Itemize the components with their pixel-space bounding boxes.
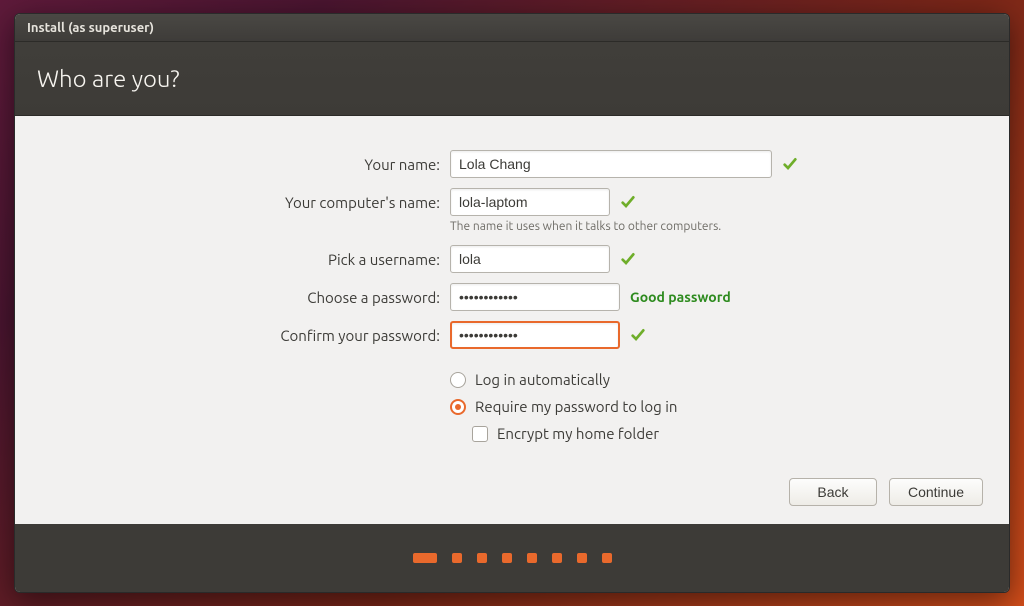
form-content: Your name: Your computer's name: The nam…	[15, 116, 1009, 524]
computer-name-hint: The name it uses when it talks to other …	[450, 220, 979, 233]
window-title: Install (as superuser)	[27, 21, 154, 35]
page-header: Who are you?	[15, 42, 1009, 116]
label-confirm: Confirm your password:	[45, 327, 440, 344]
option-label: Require my password to log in	[475, 398, 677, 415]
continue-button[interactable]: Continue	[889, 478, 983, 506]
name-input[interactable]	[450, 150, 772, 178]
label-name: Your name:	[45, 156, 440, 173]
label-username: Pick a username:	[45, 251, 440, 268]
option-auto-login[interactable]: Log in automatically	[450, 371, 979, 388]
progress-dot	[477, 553, 487, 563]
page-title: Who are you?	[37, 65, 180, 92]
progress-footer	[15, 524, 1009, 592]
option-encrypt-home[interactable]: Encrypt my home folder	[472, 425, 979, 442]
label-password: Choose a password:	[45, 289, 440, 306]
progress-dot	[502, 553, 512, 563]
radio-icon	[450, 399, 466, 415]
progress-dot	[577, 553, 587, 563]
checkbox-icon	[472, 426, 488, 442]
password-input[interactable]	[450, 283, 620, 311]
installer-window: Install (as superuser) Who are you? Your…	[14, 13, 1010, 593]
progress-dot	[413, 553, 437, 563]
password-strength: Good password	[630, 289, 731, 305]
window-titlebar[interactable]: Install (as superuser)	[15, 14, 1009, 42]
progress-dot	[527, 553, 537, 563]
radio-icon	[450, 372, 466, 388]
username-input[interactable]	[450, 245, 610, 273]
option-label: Log in automatically	[475, 371, 610, 388]
option-require-password[interactable]: Require my password to log in	[450, 398, 979, 415]
computer-name-input[interactable]	[450, 188, 610, 216]
check-icon	[782, 156, 798, 172]
check-icon	[620, 194, 636, 210]
progress-dot	[602, 553, 612, 563]
confirm-password-input[interactable]	[450, 321, 620, 349]
option-label: Encrypt my home folder	[497, 425, 659, 442]
progress-dot	[552, 553, 562, 563]
check-icon	[630, 327, 646, 343]
nav-buttons: Back Continue	[789, 478, 983, 506]
back-button[interactable]: Back	[789, 478, 877, 506]
progress-dot	[452, 553, 462, 563]
label-computer: Your computer's name:	[45, 194, 440, 211]
check-icon	[620, 251, 636, 267]
